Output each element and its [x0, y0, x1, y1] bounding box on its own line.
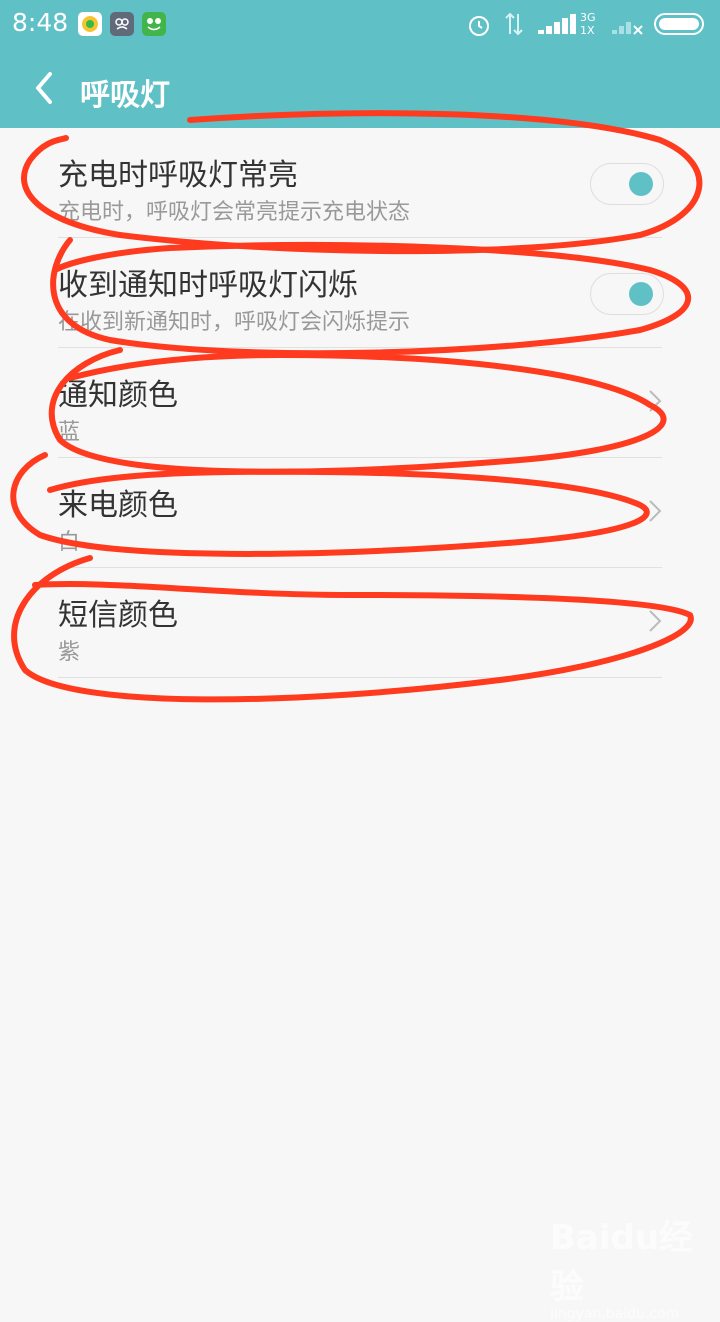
- settings-list: 充电时呼吸灯常亮 充电时，呼吸灯会常亮提示充电状态 收到通知时呼吸灯闪烁 在收到…: [0, 128, 720, 678]
- toggle-knob: [629, 172, 653, 196]
- watermark-brand: Baidu经验: [550, 1218, 694, 1307]
- setting-sms-color[interactable]: 短信颜色 紫: [0, 568, 720, 678]
- alarm-icon: [469, 16, 489, 36]
- setting-label: 短信颜色: [58, 598, 178, 633]
- charging-light-toggle[interactable]: [590, 163, 664, 205]
- setting-value: 白: [58, 530, 81, 555]
- signal-icon: [538, 14, 576, 34]
- setting-label: 通知颜色: [58, 378, 178, 413]
- battery-icon: [654, 13, 704, 35]
- signal-no-service-icon: [612, 22, 643, 35]
- setting-call-color[interactable]: 来电颜色 白: [0, 458, 720, 568]
- data-transfer-icon: [505, 12, 523, 36]
- notification-blink-toggle[interactable]: [590, 273, 664, 315]
- chevron-right-icon: [649, 610, 662, 632]
- status-time: 8:48: [12, 8, 69, 37]
- chevron-right-icon: [649, 500, 662, 522]
- setting-value: 紫: [58, 640, 81, 665]
- setting-charging-breathing-light[interactable]: 充电时呼吸灯常亮 充电时，呼吸灯会常亮提示充电状态: [0, 128, 720, 238]
- page-title: 呼吸灯: [80, 78, 170, 113]
- chevron-right-icon: [649, 390, 662, 412]
- setting-value: 蓝: [58, 420, 81, 445]
- app-bar: 呼吸灯: [0, 48, 720, 128]
- setting-label: 收到通知时呼吸灯闪烁: [58, 268, 358, 303]
- back-arrow-icon[interactable]: [22, 64, 70, 112]
- network-type: 3G 1X: [580, 11, 596, 37]
- baidu-jingyan-watermark: Baidu经验 jingyan.baidu.com: [550, 1210, 720, 1322]
- network-3g: 3G: [580, 11, 596, 24]
- frog-app-icon: [142, 12, 166, 36]
- setting-label: 来电颜色: [58, 488, 178, 523]
- setting-description: 在收到新通知时，呼吸灯会闪烁提示: [58, 310, 411, 335]
- setting-description: 充电时，呼吸灯会常亮提示充电状态: [58, 200, 411, 225]
- toggle-knob: [629, 282, 653, 306]
- setting-label: 充电时呼吸灯常亮: [58, 158, 298, 193]
- status-bar: 8:48 3G 1X: [0, 0, 720, 48]
- network-1x: 1X: [580, 24, 595, 37]
- baidu-app-icon: [110, 12, 134, 36]
- setting-notification-blink[interactable]: 收到通知时呼吸灯闪烁 在收到新通知时，呼吸灯会闪烁提示: [0, 238, 720, 348]
- watermark-url: jingyan.baidu.com: [550, 1306, 680, 1322]
- music-app-icon: [78, 12, 102, 36]
- setting-notification-color[interactable]: 通知颜色 蓝: [0, 348, 720, 458]
- divider: [58, 677, 662, 678]
